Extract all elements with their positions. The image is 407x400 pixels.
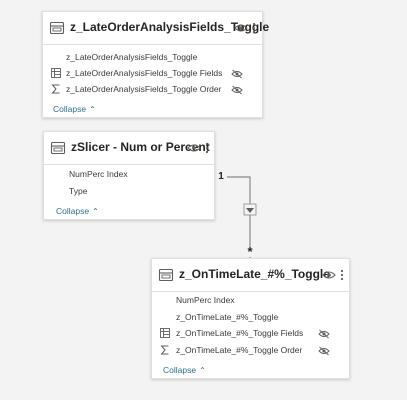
chevron-up-icon: ⌃ [92,207,99,216]
more-options-icon[interactable] [251,22,257,34]
sigma-icon [160,345,169,355]
table-title: z_OnTimeLate_#%_Toggle [179,267,330,281]
table-icon [50,141,66,155]
field-row[interactable]: z_OnTimeLate_#%_Toggle Fields [176,328,303,338]
table-card-late-order-analysis-fields[interactable]: z_LateOrderAnalysisFields_Toggle z_LateO… [42,11,269,118]
table-column-icon [160,328,170,338]
hidden-eye-icon[interactable] [231,85,243,95]
hidden-eye-icon[interactable] [231,69,243,79]
visibility-eye-icon[interactable] [187,143,201,153]
collapse-label: Collapse [53,104,87,114]
table-card-header[interactable]: z_OnTimeLate_#%_Toggle [152,259,349,292]
collapse-button[interactable]: Collapse ⌃ [53,104,96,114]
field-row[interactable]: Type [69,186,87,196]
table-card-header[interactable]: z_LateOrderAnalysisFields_Toggle [43,12,269,45]
field-row[interactable]: NumPerc Index [176,295,235,305]
field-row[interactable]: z_LateOrderAnalysisFields_Toggle Order [66,84,221,94]
collapse-button[interactable]: Collapse ⌃ [56,206,99,216]
chevron-up-icon: ⌃ [199,366,206,375]
collapse-label: Collapse [163,365,197,375]
table-column-icon [51,68,61,78]
field-row[interactable]: z_LateOrderAnalysisFields_Toggle Fields [66,68,222,78]
table-card-ontime-late-toggle[interactable]: z_OnTimeLate_#%_Toggle NumPerc Index z_O… [151,258,350,379]
hidden-eye-icon[interactable] [318,346,330,356]
collapse-button[interactable]: Collapse ⌃ [163,365,206,375]
sigma-icon [51,84,60,94]
cardinality-many: * [244,245,256,258]
more-options-icon[interactable] [204,142,210,154]
table-icon [49,21,65,35]
table-card-header[interactable]: zSlicer - Num or Percent [44,132,214,165]
field-row[interactable]: z_OnTimeLate_#%_Toggle Order [176,345,302,355]
visibility-eye-icon[interactable] [234,23,248,33]
field-row[interactable]: NumPerc Index [69,169,128,179]
table-card-zslicer-num-or-percent[interactable]: zSlicer - Num or Percent NumPerc Index T… [43,131,215,220]
field-row[interactable]: z_OnTimeLate_#%_Toggle [176,312,278,322]
collapse-label: Collapse [56,206,90,216]
field-row[interactable]: z_LateOrderAnalysisFields_Toggle [66,52,197,62]
visibility-eye-icon[interactable] [322,270,336,280]
hidden-eye-icon[interactable] [318,329,330,339]
more-options-icon[interactable] [339,269,345,281]
chevron-up-icon: ⌃ [89,105,96,114]
cardinality-one: 1 [215,172,227,182]
table-icon [158,268,174,282]
